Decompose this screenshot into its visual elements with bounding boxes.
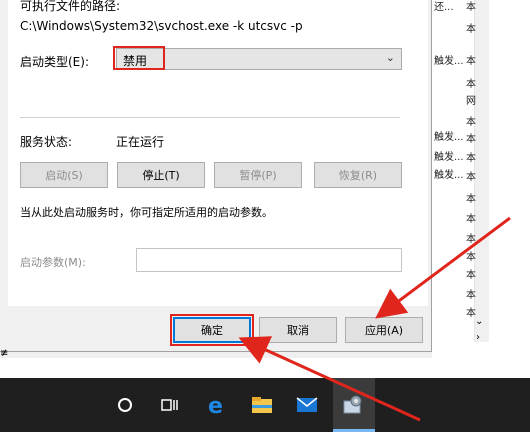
text-fragment: ≢ <box>0 348 9 359</box>
startup-type-label: 启动类型(E): <box>20 55 89 69</box>
start-params-hint: 当从此处启动服务时，你可指定所适用的启动参数。 <box>20 206 273 219</box>
list-item: 还... <box>434 2 454 13</box>
list-item-mark: 本 <box>466 252 476 263</box>
list-item-mark: 本 <box>466 134 476 145</box>
dialog-border <box>0 351 432 352</box>
list-item-mark: 本 <box>466 214 476 225</box>
search-circle-icon[interactable] <box>112 392 138 418</box>
service-status-value: 正在运行 <box>116 135 165 149</box>
desktop-gap <box>0 358 530 378</box>
cancel-button[interactable]: 取消 <box>259 317 337 343</box>
list-item-mark: 本 <box>466 117 476 128</box>
services-app-icon[interactable] <box>340 392 366 418</box>
start-params-input[interactable] <box>136 248 402 272</box>
apply-button[interactable]: 应用(A) <box>345 317 423 343</box>
task-view-icon[interactable] <box>157 392 183 418</box>
list-item: 触发... <box>434 132 464 143</box>
vertical-scrollbar[interactable] <box>474 0 489 342</box>
file-explorer-icon[interactable] <box>249 392 275 418</box>
start-button[interactable]: 启动(S) <box>20 162 108 188</box>
pause-button[interactable]: 暂停(P) <box>214 162 302 188</box>
mail-icon[interactable] <box>294 392 320 418</box>
list-item-mark: 本 <box>466 290 476 301</box>
divider <box>20 117 400 118</box>
chevron-down-icon[interactable]: ⌄ <box>475 316 483 327</box>
start-params-label: 启动参数(M): <box>20 256 86 269</box>
annotation-highlight-box <box>170 314 254 346</box>
path-label: 可执行文件的路径: <box>20 0 121 13</box>
edge-icon[interactable]: e <box>204 392 230 418</box>
list-item-mark: 本 <box>466 24 476 35</box>
chevron-down-icon: ⌄ <box>385 51 395 64</box>
path-value: C:\Windows\System32\svchost.exe -k utcsv… <box>20 19 303 33</box>
list-item-mark: 本 <box>466 153 476 164</box>
list-item: 触发... <box>434 170 464 181</box>
list-item-mark: 网 <box>466 96 476 107</box>
list-item-mark: 本 <box>466 172 476 183</box>
list-item-mark: 本 <box>466 270 476 281</box>
list-item-mark: 本 <box>466 234 476 245</box>
list-item-mark: 本 <box>466 2 476 13</box>
list-item-mark: 本 <box>466 194 476 205</box>
list-item-mark: 本 <box>466 56 476 67</box>
list-item: 触发... <box>434 152 464 163</box>
annotation-highlight-box <box>113 46 165 70</box>
list-item: 触发... <box>434 56 464 67</box>
list-item-mark: 本 <box>466 79 476 90</box>
svg-text:e: e <box>208 394 223 416</box>
service-status-label: 服务状态: <box>20 135 73 149</box>
chevron-right-icon[interactable]: › <box>476 332 480 343</box>
resume-button[interactable]: 恢复(R) <box>314 162 402 188</box>
stop-button[interactable]: 停止(T) <box>117 162 205 188</box>
